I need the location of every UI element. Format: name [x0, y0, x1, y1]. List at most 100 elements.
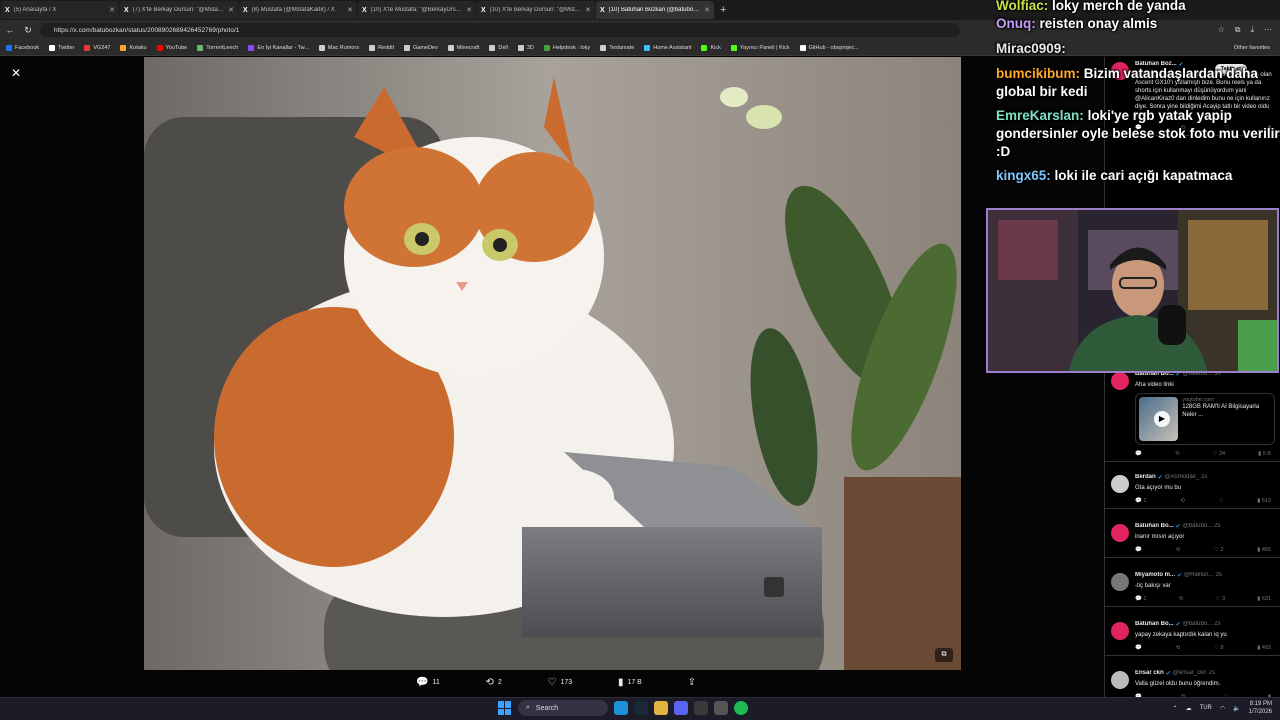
- browser-tab[interactable]: X (8) Mustafa (@MstafaKadir) / X ✕: [239, 1, 357, 19]
- bookmark-item[interactable]: 3D: [517, 44, 534, 51]
- bookmark-item[interactable]: En İyi Kanallar - Tw...: [248, 44, 309, 51]
- browser-tab-active[interactable]: X (10) Batuhan Bozkan (@batubozk... ✕: [596, 1, 714, 19]
- close-tab-icon[interactable]: ✕: [585, 6, 591, 14]
- file-explorer-icon[interactable]: [654, 701, 668, 715]
- bookmark-item[interactable]: Helpdesk : loky: [543, 44, 590, 51]
- bookmark-favicon-icon: [489, 44, 496, 51]
- bookmark-item[interactable]: Kick: [701, 44, 721, 51]
- author-name[interactable]: Miyamoto m...: [1135, 572, 1175, 579]
- link-card[interactable]: ▶ youtube.com 128GB RAM'li AI Bilgisayarla…: [1135, 393, 1275, 445]
- app-icon[interactable]: [714, 701, 728, 715]
- tweet-photo[interactable]: ⧉: [144, 57, 961, 670]
- bookmark-item[interactable]: Reddit: [369, 44, 394, 51]
- bookmark-item[interactable]: Dell: [489, 44, 508, 51]
- bookmark-item[interactable]: GameDev: [403, 44, 438, 51]
- views-button[interactable]: ▮ 5 B: [1258, 451, 1271, 457]
- avatar[interactable]: [1111, 622, 1129, 640]
- bookmark-item[interactable]: Twitter: [49, 44, 74, 51]
- reply-tweet[interactable]: Batuhan Bo... ✔ @batubo... 2s yapay zekaya k…: [1105, 617, 1280, 656]
- spotify-icon[interactable]: [734, 701, 748, 715]
- bookmark-item[interactable]: GitHub - obsprojec...: [799, 44, 859, 51]
- views-button[interactable]: ▮ 493: [1257, 645, 1271, 651]
- reply-button[interactable]: 💬 1: [1135, 498, 1146, 504]
- close-tab-icon[interactable]: ✕: [466, 6, 472, 14]
- language-indicator[interactable]: TUR: [1200, 705, 1212, 711]
- like-button[interactable]: ♡ 8: [1214, 645, 1224, 651]
- reply-button[interactable]: 💬: [1135, 645, 1142, 651]
- taskbar-search-box[interactable]: ⌕ Search: [518, 700, 608, 716]
- reply-button[interactable]: 💬: [1135, 547, 1142, 553]
- author-name[interactable]: Batuhan Bo...: [1135, 523, 1174, 530]
- wifi-icon[interactable]: ◠: [1220, 705, 1225, 712]
- like-button[interactable]: ♡ 3: [1216, 596, 1226, 602]
- browser-tab[interactable]: X (10) X'te Mustafa: "@BerkayDrsn... ✕: [358, 1, 476, 19]
- like-button[interactable]: ♡ 2: [1214, 547, 1224, 553]
- refresh-icon[interactable]: ↻: [22, 25, 34, 36]
- volume-icon[interactable]: 🔈: [1233, 705, 1240, 712]
- repost-icon: ⟲: [1174, 451, 1180, 457]
- views-button[interactable]: ▮ 17 B: [618, 677, 642, 688]
- edge-browser-icon[interactable]: [614, 701, 628, 715]
- bookmark-item[interactable]: Teslamate: [600, 44, 634, 51]
- avatar[interactable]: [1111, 475, 1129, 493]
- bookmark-item[interactable]: Kotaku: [120, 44, 147, 51]
- browser-tab[interactable]: X (7) X'te Berkay Dursun: "@Mstafa... ✕: [120, 1, 238, 19]
- reply-tweet[interactable]: Batuhan Bo... ✔ @batubo... 2s inanır mısın a…: [1105, 519, 1280, 558]
- reply-tweet[interactable]: Miyamoto m... ✔ @Halilun... 3s -tiç bakışı v…: [1105, 568, 1280, 607]
- avatar[interactable]: [1111, 372, 1129, 390]
- views-button[interactable]: ▮ 631: [1257, 596, 1271, 602]
- alt-text-icon[interactable]: ⧉: [935, 648, 953, 662]
- repost-button[interactable]: ⟲: [1175, 451, 1180, 457]
- reply-button[interactable]: 💬: [1135, 451, 1142, 457]
- browser-tab[interactable]: X (10) X'te Berkay Dursun: "@Mstafa... ✕: [477, 1, 595, 19]
- url-input[interactable]: https://x.com/batubozkan/status/20089026…: [40, 23, 960, 37]
- views-button[interactable]: ▮ 455: [1257, 547, 1271, 553]
- close-tab-icon[interactable]: ✕: [704, 6, 710, 14]
- repost-button[interactable]: ⟲: [1179, 596, 1184, 602]
- close-icon[interactable]: ✕: [8, 65, 24, 81]
- repost-button[interactable]: ⟲: [1176, 645, 1181, 651]
- views-button[interactable]: ▮ 513: [1257, 498, 1271, 504]
- start-button[interactable]: [498, 701, 512, 715]
- avatar[interactable]: [1111, 573, 1129, 591]
- steam-icon[interactable]: [634, 701, 648, 715]
- reply-tweet[interactable]: Ensar ckn ✔ @ensar_ckn 2s Valla güzel oldu b…: [1105, 666, 1280, 697]
- reply-button[interactable]: 💬 1: [1135, 596, 1146, 602]
- bookmark-item[interactable]: YouTube: [156, 44, 187, 51]
- reply-button[interactable]: 💬 11: [416, 677, 440, 688]
- repost-button[interactable]: ⟲: [1176, 547, 1181, 553]
- new-tab-button[interactable]: +: [720, 4, 726, 16]
- like-button[interactable]: ♡ 24: [1213, 451, 1226, 457]
- bookmark-item[interactable]: VG247: [84, 44, 110, 51]
- repost-button[interactable]: ⟲ 2: [485, 677, 501, 688]
- avatar[interactable]: [1111, 524, 1129, 542]
- back-arrow-icon[interactable]: ←: [4, 25, 16, 35]
- bookmark-item[interactable]: Home Assistant: [644, 44, 691, 51]
- bookmark-item[interactable]: Facebook: [6, 44, 39, 51]
- author-name[interactable]: Batuhan Bo...: [1135, 621, 1174, 628]
- bookmark-item[interactable]: Mac Rumors: [318, 44, 359, 51]
- share-button[interactable]: ⇪: [688, 677, 696, 688]
- bookmark-favicon-icon: [644, 44, 651, 51]
- author-name[interactable]: Ensar ckn: [1135, 670, 1164, 677]
- avatar[interactable]: [1111, 671, 1129, 689]
- system-clock[interactable]: 8:19 PM 1/7/2026: [1249, 700, 1272, 716]
- like-button[interactable]: ♡: [1219, 498, 1224, 504]
- bookmark-favicon-icon: [248, 44, 255, 51]
- bookmark-item[interactable]: Minecraft: [447, 44, 479, 51]
- close-tab-icon[interactable]: ✕: [347, 6, 353, 14]
- tray-chevron-icon[interactable]: ⌃: [1173, 705, 1178, 712]
- discord-icon[interactable]: [674, 701, 688, 715]
- obs-icon[interactable]: [694, 701, 708, 715]
- close-tab-icon[interactable]: ✕: [109, 6, 115, 14]
- author-name[interactable]: Berdan: [1135, 474, 1156, 481]
- bookmark-item[interactable]: Yayıncı Paneli | Kick: [730, 44, 790, 51]
- reply-tweet[interactable]: Berdan ✔ @Asmodax_ 2s Gta açıyor mu bu 💬 1 ⟲ ♡…: [1105, 470, 1280, 509]
- reply-tweet[interactable]: Batuhan Bo... ✔ @batubo... 3s Aha video link…: [1105, 367, 1280, 462]
- repost-button[interactable]: ⟲: [1180, 498, 1185, 504]
- close-tab-icon[interactable]: ✕: [228, 6, 234, 14]
- browser-tab[interactable]: X (5) Anasayfa / X ✕: [1, 1, 119, 19]
- network-icon[interactable]: ☁: [1186, 705, 1192, 712]
- bookmark-item[interactable]: TorrentLeech: [197, 44, 238, 51]
- like-button[interactable]: ♡ 173: [548, 677, 573, 688]
